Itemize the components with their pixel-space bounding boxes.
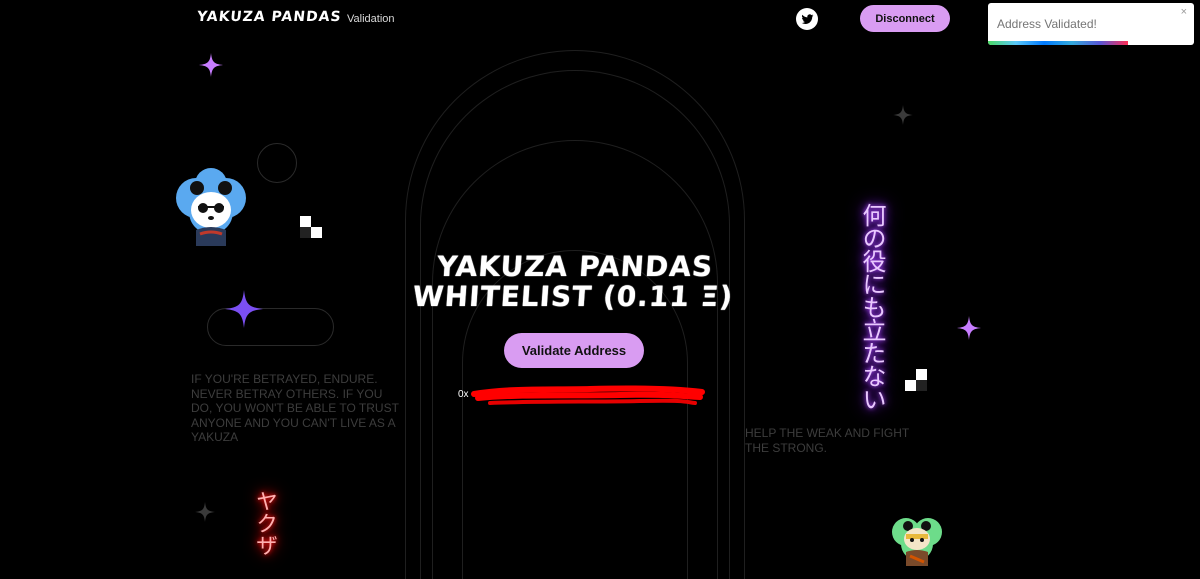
twitter-icon [801,13,813,24]
sparkle-icon [199,53,223,77]
sparkle-icon [195,502,215,522]
panda-avatar-green [892,518,942,566]
checker-icon [905,369,927,391]
neon-sign-purple: 何の役にも立たない [858,203,886,410]
validate-address-button[interactable]: Validate Address [504,333,644,368]
wallet-address-prefix: 0x [458,389,469,400]
toast-message: Address Validated! [997,17,1097,31]
quote-left: IF YOU'RE BETRAYED, ENDURE. NEVER BETRAY… [191,372,399,444]
toast-progress-bar [988,41,1129,45]
sparkle-icon [957,316,981,340]
twitter-button[interactable] [796,8,818,30]
page-title: YAKUZA PANDAS WHITELIST (0.11 Ξ) [411,250,735,313]
ring-decoration [257,143,297,183]
redaction-scribble [471,385,705,405]
checker-icon [300,216,322,238]
disconnect-button[interactable]: Disconnect [860,5,950,32]
panda-avatar-blue [176,168,246,246]
quote-right: HELP THE WEAK AND FIGHT THE STRONG. [745,426,910,455]
neon-sign-red: ヤクザ [252,490,277,556]
close-icon[interactable]: × [1181,6,1187,18]
sparkle-icon [893,105,913,125]
nav-link-validation[interactable]: Validation [347,13,395,25]
brand-logo[interactable]: YAKUZA PANDAS [196,9,342,25]
sparkle-icon [225,290,263,328]
toast-notification: Address Validated! × [988,3,1194,45]
